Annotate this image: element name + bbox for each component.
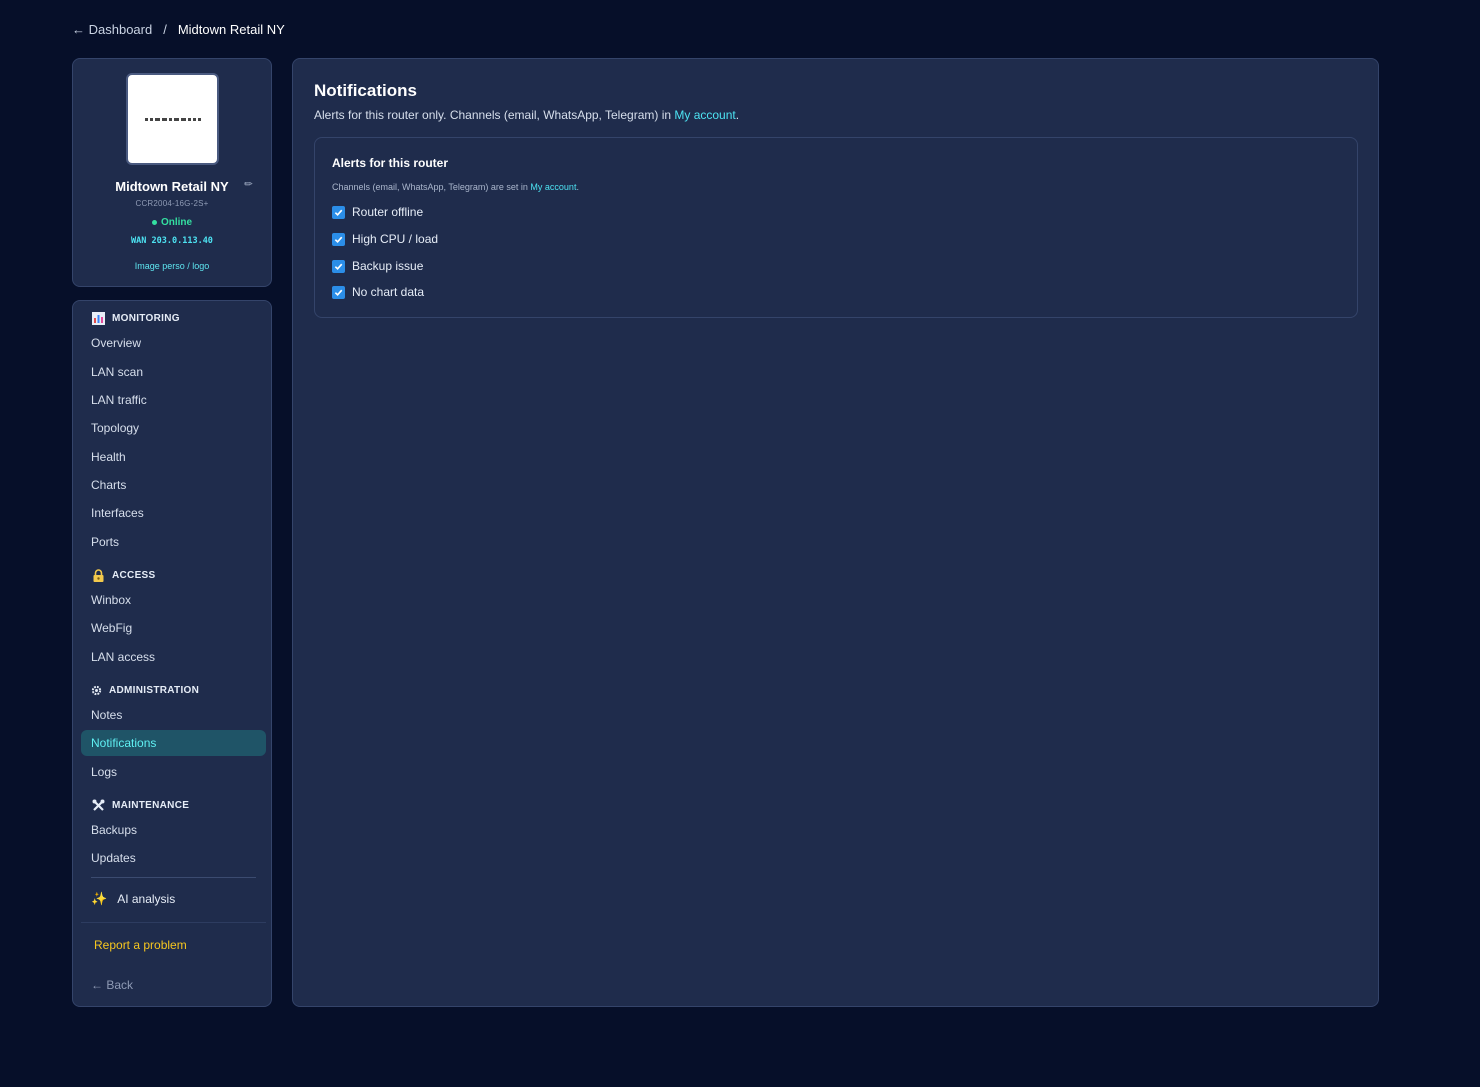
check-icon: [334, 289, 343, 296]
sidebar-item-winbox[interactable]: Winbox: [81, 587, 266, 613]
sidebar-item-lan-traffic[interactable]: LAN traffic: [81, 387, 266, 413]
router-model: CCR2004-16G-2S+: [135, 199, 209, 208]
section-monitoring: MONITORING: [91, 311, 180, 325]
router-name: Midtown Retail NY: [115, 179, 229, 194]
alerts-card-title: Alerts for this router: [332, 156, 449, 170]
alert-option-backup-issue[interactable]: Backup issue: [332, 259, 423, 273]
gear-icon: [91, 683, 102, 697]
ai-analysis-label: AI analysis: [117, 892, 176, 906]
sidebar-nav: MONITORING Overview LAN scan LAN traffic…: [72, 300, 272, 1007]
alert-option-router-offline[interactable]: Router offline: [332, 205, 423, 219]
check-icon: [334, 209, 343, 216]
section-title: MONITORING: [112, 312, 180, 324]
section-title: MAINTENANCE: [112, 799, 190, 811]
alert-option-label: No chart data: [352, 285, 425, 299]
checkbox[interactable]: [332, 205, 345, 219]
section-maintenance: MAINTENANCE: [91, 798, 189, 812]
alerts-card: Alerts for this router Channels (email, …: [314, 137, 1358, 318]
checkbox[interactable]: [332, 232, 345, 246]
check-icon: [334, 263, 343, 270]
sidebar-item-lan-scan[interactable]: LAN scan: [81, 359, 266, 385]
section-administration: ADMINISTRATION: [91, 683, 199, 697]
image-logo-link[interactable]: Image perso / logo: [73, 261, 271, 271]
sidebar-item-health[interactable]: Health: [81, 444, 266, 470]
checkbox[interactable]: [332, 259, 345, 273]
sidebar-item-charts[interactable]: Charts: [81, 472, 266, 498]
breadcrumb-current: Midtown Retail NY: [177, 22, 285, 37]
subtitle-suffix: .: [735, 108, 740, 122]
page-subtitle: Alerts for this router only. Channels (e…: [314, 108, 739, 122]
section-title: ADMINISTRATION: [109, 684, 200, 696]
checkbox[interactable]: [332, 285, 345, 299]
main-panel: Notifications Alerts for this router onl…: [292, 58, 1379, 1007]
page-title: Notifications: [314, 81, 417, 100]
divider: [91, 877, 256, 878]
sparkles-icon: ✨: [91, 891, 108, 906]
tools-icon: [91, 798, 105, 812]
sidebar-item-ports[interactable]: Ports: [81, 529, 266, 555]
back-link[interactable]: ← Back: [91, 978, 133, 992]
alert-option-no-chart-data[interactable]: No chart data: [332, 285, 424, 299]
breadcrumb-dashboard-link[interactable]: ← Dashboard: [72, 22, 152, 37]
status-text: Online: [160, 217, 193, 228]
sidebar-item-overview[interactable]: Overview: [81, 330, 266, 356]
alert-option-high-cpu[interactable]: High CPU / load: [332, 232, 438, 246]
sidebar-item-ai-analysis[interactable]: ✨ AI analysis: [91, 891, 175, 907]
router-wan-address: WAN 203.0.113.40: [131, 236, 213, 246]
status-dot-icon: [151, 219, 157, 225]
alerts-card-subtitle-text: Channels (email, WhatsApp, Telegram) are…: [332, 182, 531, 192]
report-problem-link[interactable]: Report a problem: [94, 938, 187, 952]
breadcrumb-separator: /: [163, 22, 167, 37]
status-badge: Online: [73, 217, 271, 228]
alerts-card-subtitle: Channels (email, WhatsApp, Telegram) are…: [332, 182, 579, 192]
sidebar-item-backups[interactable]: Backups: [81, 817, 266, 843]
my-account-link[interactable]: My account: [530, 182, 576, 192]
alert-option-label: Backup issue: [352, 259, 424, 273]
divider: [81, 922, 266, 923]
breadcrumb: ← Dashboard / Midtown Retail NY: [72, 22, 285, 37]
sidebar-item-webfig[interactable]: WebFig: [81, 615, 266, 641]
sidebar-item-logs[interactable]: Logs: [81, 759, 266, 785]
router-image[interactable]: [126, 73, 219, 165]
sidebar-item-lan-access[interactable]: LAN access: [81, 644, 266, 670]
alerts-card-subtitle-suffix: .: [576, 182, 579, 192]
sidebar-item-notes[interactable]: Notes: [81, 702, 266, 728]
alert-option-label: High CPU / load: [352, 232, 439, 246]
section-title: ACCESS: [112, 569, 156, 581]
alert-option-label: Router offline: [352, 205, 424, 219]
sidebar-item-interfaces[interactable]: Interfaces: [81, 500, 266, 526]
sidebar-item-notifications[interactable]: Notifications: [81, 730, 266, 756]
check-icon: [334, 236, 343, 243]
my-account-link[interactable]: My account: [674, 108, 735, 122]
sidebar-item-updates[interactable]: Updates: [81, 845, 266, 871]
router-device-icon: [144, 117, 201, 121]
section-access: ACCESS: [91, 568, 155, 582]
sidebar-item-topology[interactable]: Topology: [81, 415, 266, 441]
router-card: Midtown Retail NY ✎ CCR2004-16G-2S+ Onli…: [72, 58, 272, 287]
bar-chart-icon: [91, 311, 105, 325]
subtitle-text: Alerts for this router only. Channels (e…: [314, 108, 675, 122]
lock-icon: [91, 568, 105, 582]
